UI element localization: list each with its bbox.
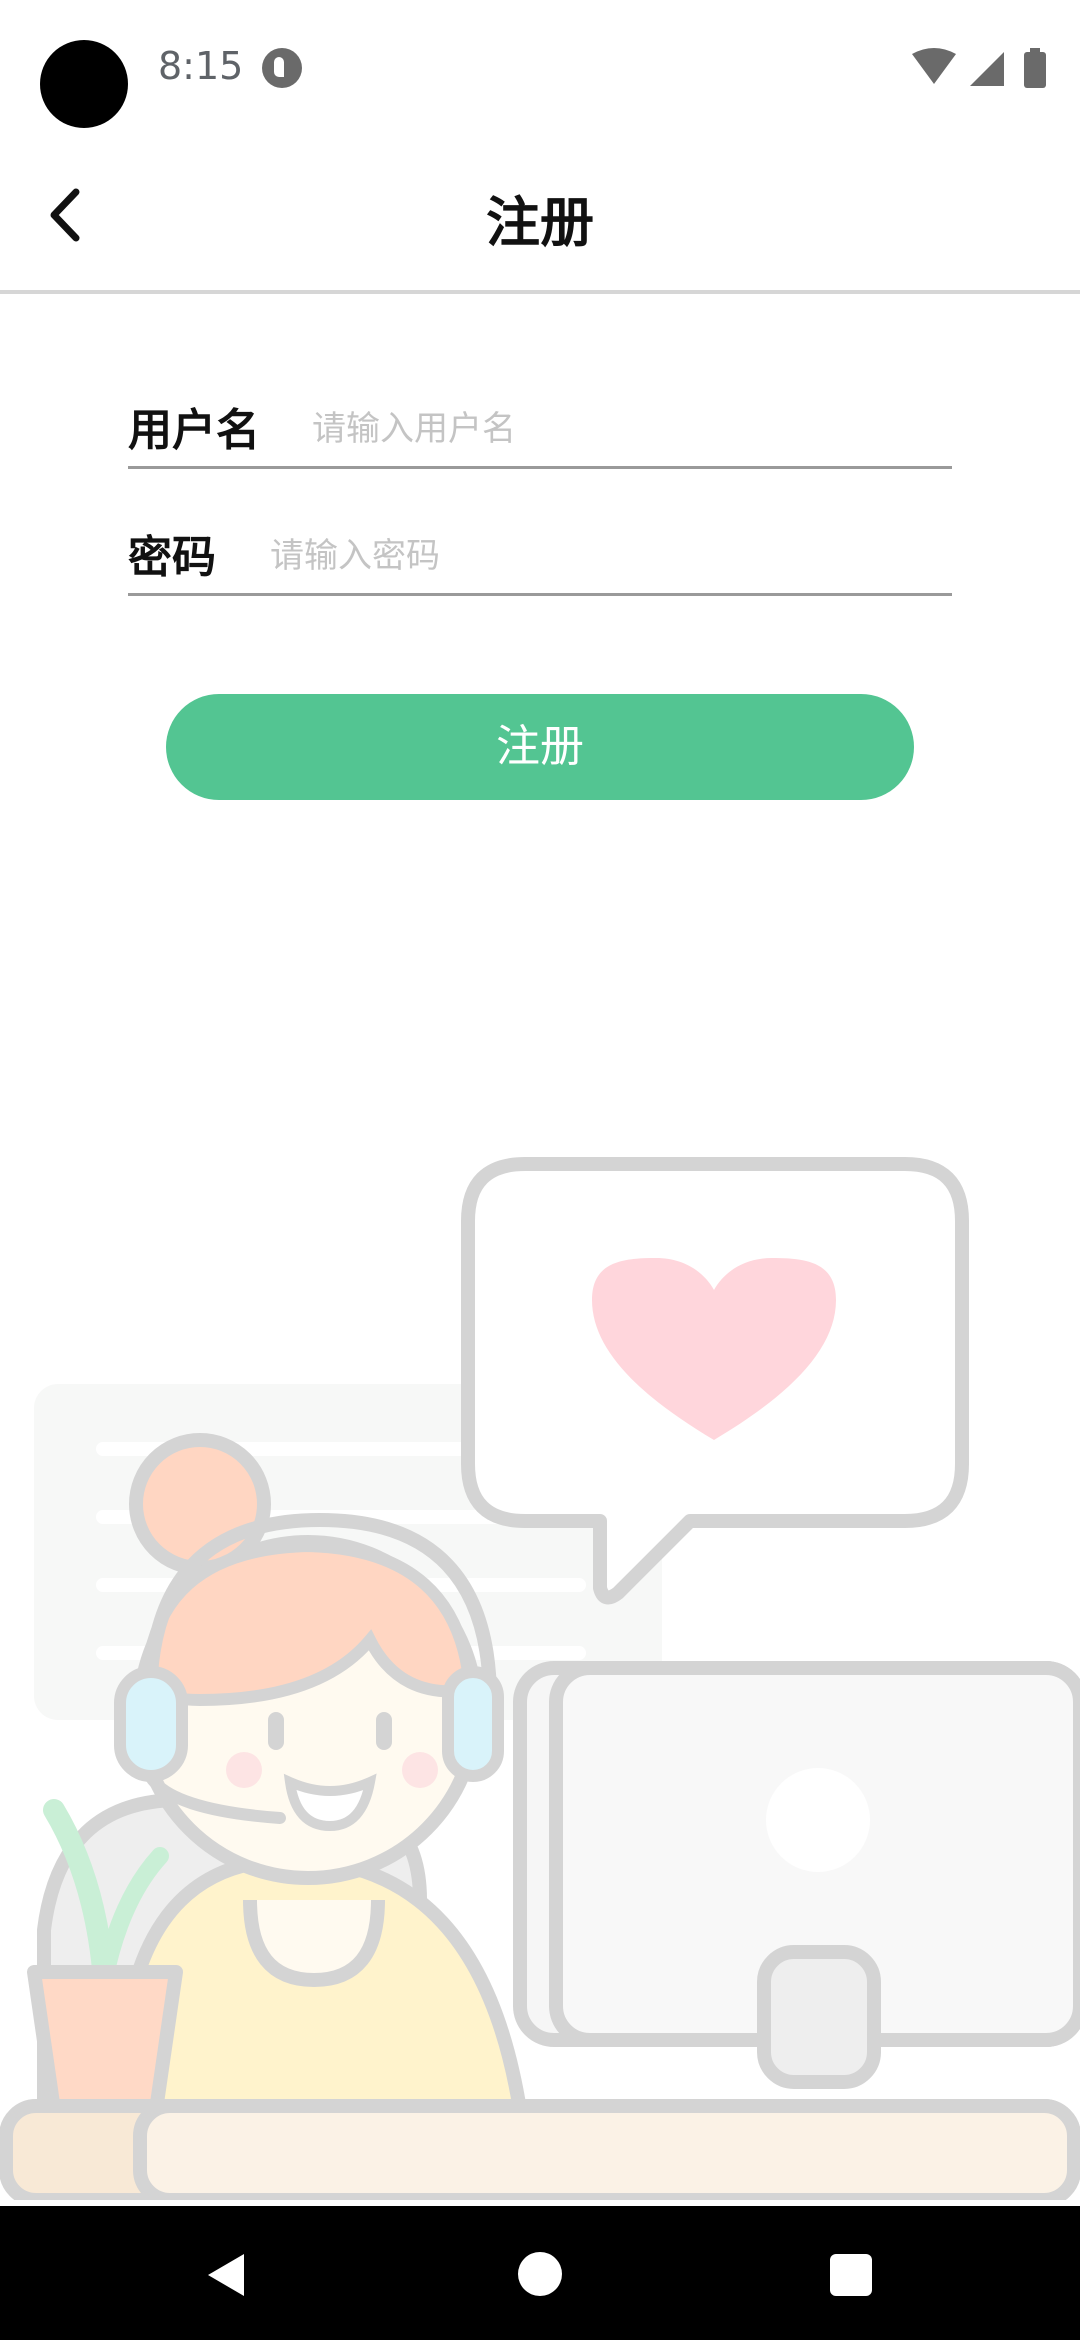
username-label: 用户名 bbox=[128, 405, 260, 456]
desk-illustration bbox=[0, 2099, 1080, 2200]
page-title: 注册 bbox=[486, 191, 594, 254]
wifi-icon bbox=[912, 48, 956, 84]
nav-recents-icon[interactable] bbox=[830, 2254, 872, 2296]
system-status-icons bbox=[912, 48, 1046, 88]
system-nav-bar bbox=[0, 2206, 1080, 2340]
password-row: 密码 bbox=[128, 517, 952, 596]
monitor-illustration bbox=[513, 1661, 1080, 2089]
customer-service-illustration bbox=[0, 1157, 1080, 2200]
password-input[interactable] bbox=[268, 525, 952, 587]
app-bar: 注册 bbox=[0, 140, 1080, 294]
status-bar: 8:15 bbox=[0, 0, 1080, 140]
app-notification-icon bbox=[262, 48, 302, 88]
status-time: 8:15 bbox=[158, 44, 244, 88]
register-button[interactable]: 注册 bbox=[166, 694, 914, 800]
cell-signal-icon bbox=[970, 52, 1004, 86]
camera-cutout bbox=[40, 40, 128, 128]
register-form: 用户名 密码 bbox=[128, 390, 952, 644]
username-input[interactable] bbox=[310, 398, 952, 460]
battery-icon bbox=[1024, 48, 1046, 88]
nav-back-icon[interactable] bbox=[200, 2248, 254, 2302]
nav-home-icon[interactable] bbox=[518, 2252, 562, 2296]
username-row: 用户名 bbox=[128, 390, 952, 469]
password-label: 密码 bbox=[128, 532, 216, 583]
